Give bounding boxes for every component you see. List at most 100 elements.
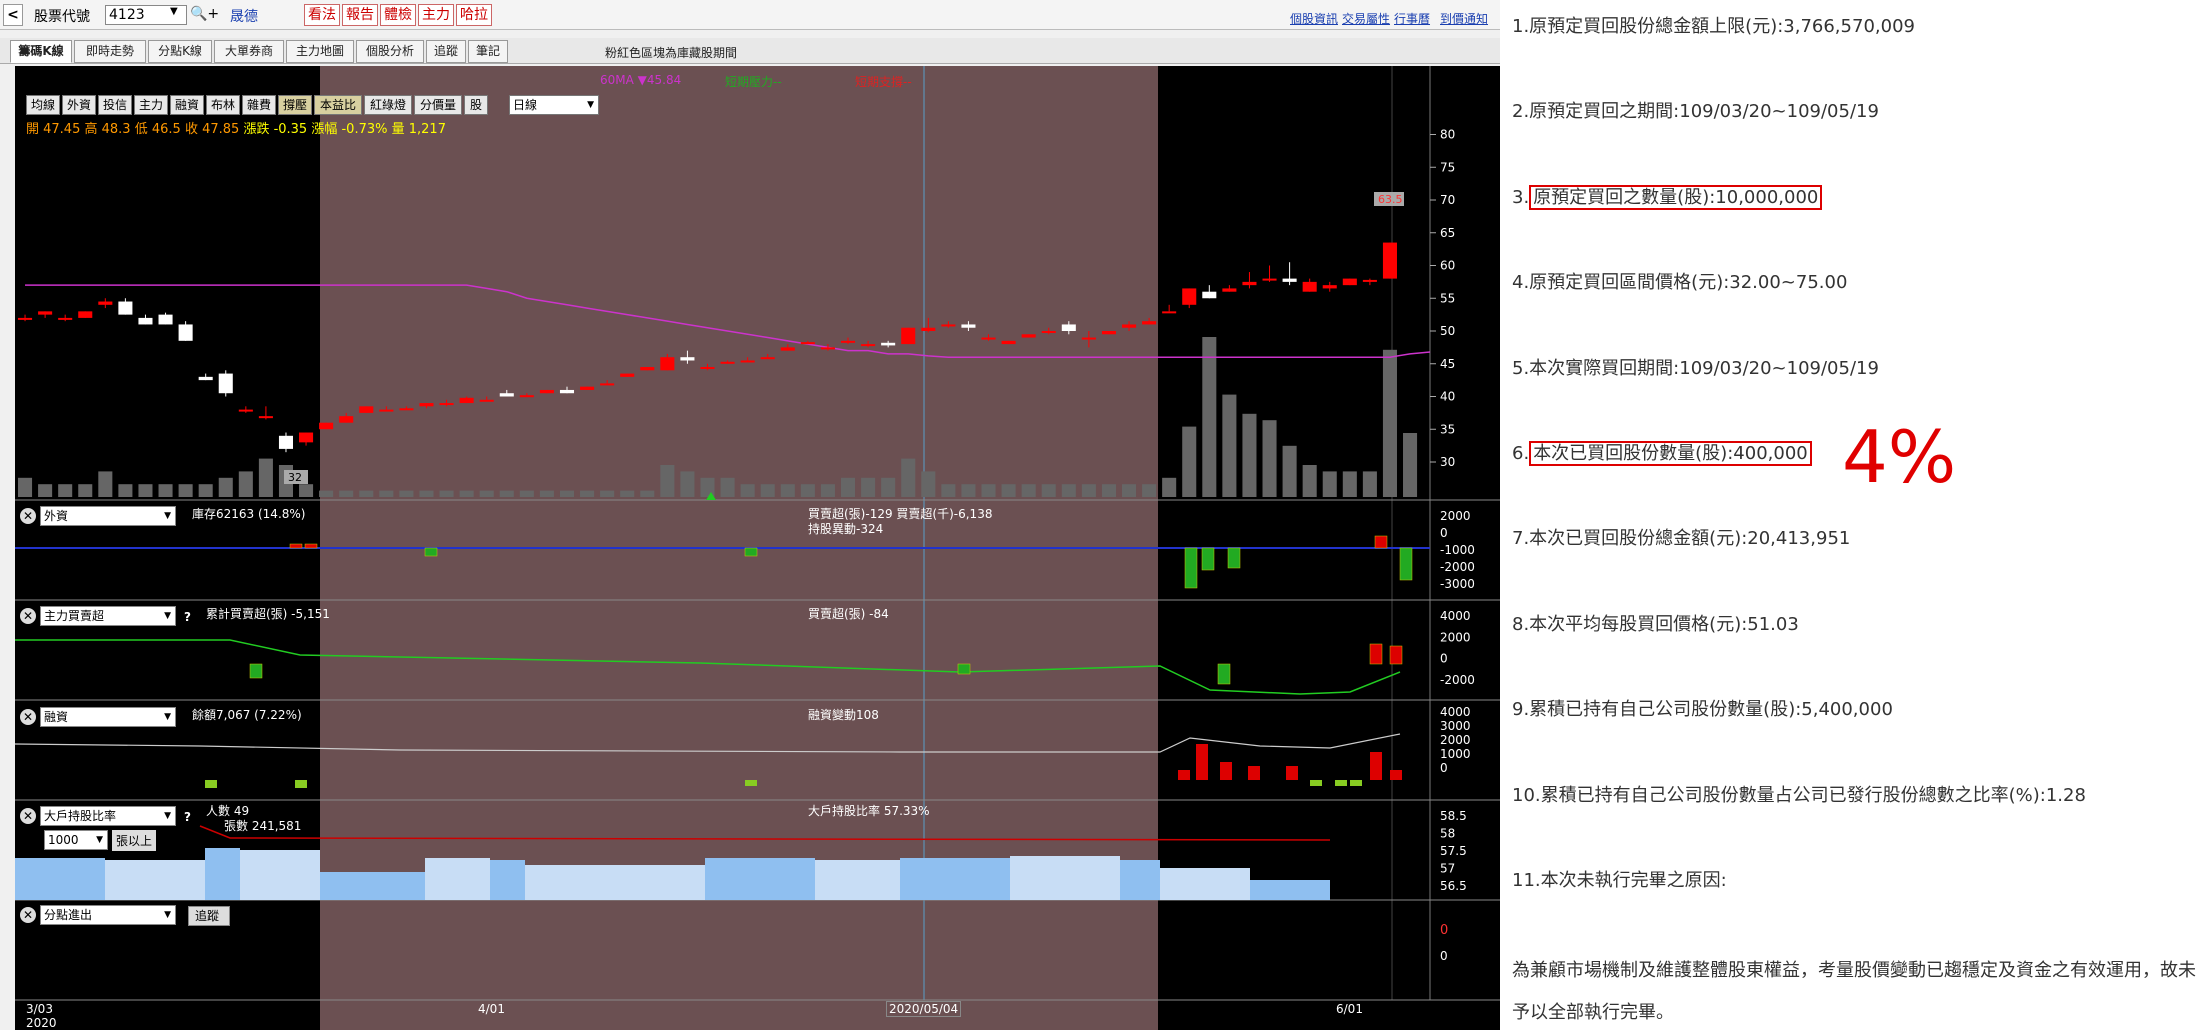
foreign-inventory: 庫存62163 (14.8%)	[192, 507, 306, 521]
branch-axis-label: 0	[1440, 923, 1448, 938]
candle-body	[319, 422, 334, 430]
panel-axis-label: 0	[1440, 526, 1448, 540]
candle-body	[580, 386, 595, 390]
holders-area	[320, 872, 425, 900]
foreign-bar	[1374, 535, 1388, 549]
date-label-apr: 4/01	[478, 1002, 505, 1016]
candle-body	[840, 340, 856, 343]
candle-body	[238, 409, 253, 412]
foreign-bar	[304, 543, 318, 549]
margin-select[interactable]: 融資 ▼	[40, 707, 176, 727]
chevron-down-icon: ▼	[587, 100, 594, 110]
margin-bar	[1220, 762, 1232, 780]
volume-bar	[399, 490, 414, 497]
holders-ratio: 大戶持股比率 57.33%	[808, 804, 930, 818]
branch-select[interactable]: 分點進出 ▼	[40, 905, 176, 925]
volume-bar	[1382, 349, 1397, 497]
foreign-bar	[424, 547, 438, 557]
ind-price-vol-button[interactable]: 分價量	[414, 95, 462, 115]
candle-body	[258, 416, 273, 419]
ohlc-readout: 開 47.45 高 48.3 低 46.5 收 47.85 漲跌 -0.35 漲…	[26, 118, 446, 137]
volume-bar	[1262, 420, 1277, 497]
holders-area	[705, 858, 815, 900]
panel-axis-label: 2000	[1440, 630, 1471, 644]
margin-bar-neg	[1335, 780, 1347, 786]
ind-misc-button[interactable]: 雜費	[242, 95, 276, 115]
price-tick-label: 50	[1440, 324, 1455, 338]
info-item-1: 1.原預定買回股份總金額上限(元):3,766,570,009	[1512, 16, 1915, 37]
candle-body	[18, 317, 33, 320]
margin-bar	[1390, 770, 1402, 780]
chevron-down-icon: ▼	[164, 811, 171, 821]
close-icon[interactable]: ✕	[20, 709, 36, 725]
volume-bar	[78, 484, 93, 497]
volume-bar	[901, 458, 916, 497]
year-label: 2020	[26, 1016, 57, 1030]
volume-bar	[1222, 394, 1237, 497]
volume-bar	[720, 477, 735, 497]
date-label-mar: 3/03	[26, 1002, 53, 1016]
holders-select[interactable]: 大戶持股比率 ▼	[40, 806, 176, 826]
ind-light-button[interactable]: 紅綠燈	[364, 95, 412, 115]
candle-body	[1061, 324, 1076, 331]
holders-area	[1160, 868, 1250, 900]
foreign-select[interactable]: 外資 ▼	[40, 506, 176, 526]
short-support-legend: 短期支撐--	[855, 75, 912, 89]
volume-bar	[539, 490, 554, 497]
candle-body	[1162, 311, 1177, 314]
buyback-info-panel: 1.原預定買回股份總金額上限(元):3,766,570,009 2.原預定買回之…	[1512, 0, 2208, 1030]
volume-bar	[1242, 413, 1257, 497]
candle-body	[278, 435, 294, 449]
panel-axis-label: 4000	[1440, 609, 1471, 623]
ind-margin-button[interactable]: 融資	[170, 95, 204, 115]
percent-annotation: 4%	[1842, 415, 1957, 499]
volume-bar	[559, 490, 575, 497]
candle-body	[961, 324, 976, 328]
ind-support-button[interactable]: 撐壓	[278, 95, 312, 115]
volume-value: 量 1,217	[391, 122, 446, 137]
close-icon[interactable]: ✕	[20, 508, 36, 524]
ind-pe-button[interactable]: 本益比	[314, 95, 362, 115]
help-icon[interactable]: ?	[184, 610, 191, 624]
candle-body	[1382, 242, 1397, 279]
panel-axis-label: 4000	[1440, 705, 1471, 719]
volume-bar	[1342, 471, 1357, 497]
candle-body	[881, 342, 896, 346]
ind-bollinger-button[interactable]: 布林	[206, 95, 240, 115]
ind-foreign-button[interactable]: 外資	[62, 95, 96, 115]
main-force-select[interactable]: 主力買賣超 ▼	[40, 606, 176, 626]
change-value: 漲跌 -0.35	[243, 122, 308, 137]
holders-area	[490, 860, 525, 900]
holders-area	[205, 848, 240, 900]
candle-body	[981, 337, 996, 340]
ma60-legend: 60MA ▼45.84	[600, 73, 682, 87]
close-icon[interactable]: ✕	[20, 808, 36, 824]
help-icon[interactable]: ?	[184, 810, 191, 824]
holders-select-value: 大戶持股比率	[44, 809, 117, 823]
volume-bar	[680, 471, 695, 497]
volume-bar	[1081, 484, 1096, 497]
ind-ma-button[interactable]: 均線	[26, 95, 60, 115]
ind-stock-button[interactable]: 股	[464, 95, 488, 115]
track-button[interactable]: 追蹤	[188, 906, 230, 926]
candle-body	[700, 367, 715, 370]
price-tick-label: 35	[1440, 422, 1455, 436]
ind-main-button[interactable]: 主力	[134, 95, 168, 115]
branch-select-value: 分點進出	[44, 908, 93, 922]
chevron-down-icon: ▼	[96, 835, 103, 845]
volume-bar	[1121, 484, 1137, 497]
close-icon[interactable]: ✕	[20, 608, 36, 624]
ind-trust-button[interactable]: 投信	[98, 95, 132, 115]
foreign-change: 持股異動-324	[808, 522, 884, 536]
threshold-select[interactable]: 1000 ▼	[44, 830, 108, 850]
volume-bar	[1302, 465, 1317, 497]
period-select[interactable]: 日線 ▼	[509, 95, 599, 115]
open-value: 開 47.45	[26, 122, 81, 137]
volume-bar	[1021, 484, 1036, 497]
close-icon[interactable]: ✕	[20, 907, 36, 923]
candle-body	[58, 317, 73, 320]
info-item-6: 6. 本次已買回股份數量(股):400,000	[1512, 439, 1812, 466]
candle-body	[138, 317, 153, 325]
volume-bar	[620, 490, 635, 497]
info-item-2: 2.原預定買回之期間:109/03/20~109/05/19	[1512, 101, 1879, 122]
